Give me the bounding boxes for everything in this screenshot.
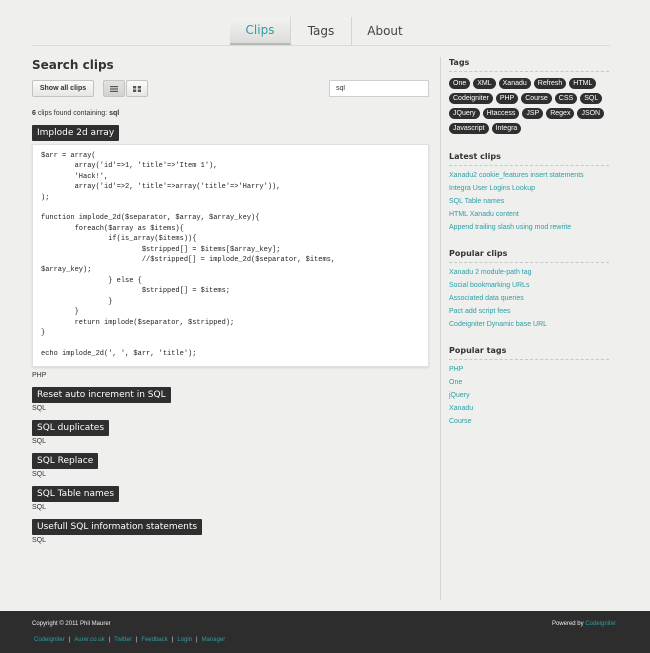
latest-clip-link[interactable]: Integra User Logins Lookup xyxy=(449,185,609,192)
popular-clips-section: Popular clips Xanadu 2 module-path tag S… xyxy=(449,249,609,328)
tag-pill[interactable]: PHP xyxy=(495,93,519,104)
popular-clip-link[interactable]: Xanadu 2 module-path tag xyxy=(449,269,609,276)
tag-pill[interactable]: Codeigniter xyxy=(449,93,493,104)
clip-language: SQL xyxy=(32,471,47,478)
tag-pill[interactable]: Integra xyxy=(491,123,522,134)
footer-links: Codeigniter | Aurer.co.uk | Twitter | Fe… xyxy=(34,637,225,643)
list-view-icon xyxy=(110,85,118,92)
clip-item: Implode 2d array $arr = array( array('id… xyxy=(32,125,432,379)
footer-link-aurer[interactable]: Aurer.co.uk xyxy=(74,637,104,643)
tag-pill[interactable]: JSP xyxy=(522,108,544,119)
latest-clip-link[interactable]: Append trailing slash using mod rewrite xyxy=(449,224,609,231)
popular-clip-link[interactable]: Associated data queries xyxy=(449,295,609,302)
tag-pill[interactable]: Regex xyxy=(546,108,575,119)
popular-tag-link[interactable]: Course xyxy=(449,418,609,425)
footer-link-login[interactable]: Login xyxy=(177,637,192,643)
clip-item: Usefull SQL information statements SQL xyxy=(32,519,432,544)
results-text: clips found containing: xyxy=(37,110,108,117)
clip-item: SQL Replace SQL xyxy=(32,453,432,478)
latest-clip-link[interactable]: SQL Table names xyxy=(449,198,609,205)
powered-by: Powered by Codeigniter xyxy=(552,621,616,627)
powered-by-link[interactable]: Codeigniter xyxy=(585,621,616,627)
clip-title[interactable]: Implode 2d array xyxy=(32,125,120,141)
tag-cloud: One XML Xanadu Refresh HTML Codeigniter … xyxy=(449,78,609,134)
tag-pill[interactable]: HTML xyxy=(569,78,597,89)
tag-pill[interactable]: Course xyxy=(521,93,552,104)
footer-separator: | xyxy=(196,637,198,643)
popular-tag-link[interactable]: PHP xyxy=(449,366,609,373)
tag-pill[interactable]: Refresh xyxy=(533,78,567,89)
toolbar: Show all clips xyxy=(32,80,432,98)
latest-clips-heading: Latest clips xyxy=(449,152,609,166)
footer-link-manager[interactable]: Manager xyxy=(202,637,226,643)
show-all-clips-button[interactable]: Show all clips xyxy=(32,80,94,97)
tab-about[interactable]: About xyxy=(352,17,418,45)
clip-language: SQL xyxy=(32,504,47,511)
footer-link-feedback[interactable]: Feedback xyxy=(141,637,167,643)
footer-separator: | xyxy=(135,637,138,643)
latest-clips-section: Latest clips Xanadu2 cookie_features ins… xyxy=(449,152,609,231)
tag-pill[interactable]: SQL xyxy=(580,93,603,104)
footer-separator: | xyxy=(108,637,111,643)
results-count: 6 xyxy=(32,110,36,117)
clip-title[interactable]: SQL Replace xyxy=(32,453,99,469)
latest-clip-link[interactable]: Xanadu2 cookie_features insert statement… xyxy=(449,172,609,179)
column-divider xyxy=(440,57,441,600)
clip-item: Reset auto increment in SQL SQL xyxy=(32,387,432,412)
latest-clip-link[interactable]: HTML Xanadu content xyxy=(449,211,609,218)
tag-pill[interactable]: Javascript xyxy=(449,123,489,134)
grid-view-button[interactable] xyxy=(126,80,148,97)
tags-heading: Tags xyxy=(449,58,609,72)
tag-pill[interactable]: JQuery xyxy=(449,108,480,119)
footer-link-twitter[interactable]: Twitter xyxy=(114,637,132,643)
clip-title[interactable]: Usefull SQL information statements xyxy=(32,519,203,535)
popular-tag-link[interactable]: One xyxy=(449,379,609,386)
tag-pill[interactable]: One xyxy=(449,78,471,89)
clip-item: SQL Table names SQL xyxy=(32,486,432,511)
clip-language: PHP xyxy=(32,372,47,379)
footer-link-codeigniter[interactable]: Codeigniter xyxy=(34,637,65,643)
popular-clips-heading: Popular clips xyxy=(449,249,609,263)
tab-tags[interactable]: Tags xyxy=(291,17,352,45)
popular-clip-link[interactable]: Codeigniter Dynamic base URL xyxy=(449,321,609,328)
sidebar: Tags One XML Xanadu Refresh HTML Codeign… xyxy=(449,58,609,431)
clip-language: SQL xyxy=(32,405,47,412)
tag-pill[interactable]: XML xyxy=(473,78,496,89)
main-nav: Clips Tags About xyxy=(230,17,418,45)
tag-pill[interactable]: JSON xyxy=(577,108,605,119)
footer: Copyright © 2011 Phil Maurer Powered by … xyxy=(0,611,650,653)
popular-tags-section: Popular tags PHP One jQuery Xanadu Cours… xyxy=(449,346,609,425)
tag-pill[interactable]: Htaccess xyxy=(482,108,520,119)
tag-pill[interactable]: Xanadu xyxy=(498,78,531,89)
footer-separator: | xyxy=(171,637,174,643)
clip-title[interactable]: SQL duplicates xyxy=(32,420,110,436)
clip-item: SQL duplicates SQL xyxy=(32,420,432,445)
copyright-text: Copyright © 2011 Phil Maurer xyxy=(32,621,111,627)
results-summary: 6 clips found containing: sql xyxy=(32,110,432,117)
nav-divider xyxy=(32,45,610,46)
popular-tag-link[interactable]: Xanadu xyxy=(449,405,609,412)
clip-title[interactable]: Reset auto increment in SQL xyxy=(32,387,171,403)
page-title: Search clips xyxy=(32,58,114,72)
tag-pill[interactable]: CSS xyxy=(554,93,578,104)
clip-title[interactable]: SQL Table names xyxy=(32,486,120,502)
code-block: $arr = array( array('id'=>1, 'title'=>'I… xyxy=(32,144,429,367)
main-content: Search clips Show all clips 6 clips foun… xyxy=(32,58,432,544)
clip-language: SQL xyxy=(32,438,47,445)
footer-separator: | xyxy=(68,637,71,643)
popular-clip-link[interactable]: Social bookmarking URLs xyxy=(449,282,609,289)
tab-clips[interactable]: Clips xyxy=(230,17,291,45)
popular-clip-link[interactable]: Pact add script fees xyxy=(449,308,609,315)
clip-language: SQL xyxy=(32,537,47,544)
results-term: sql xyxy=(109,110,120,117)
list-view-button[interactable] xyxy=(103,80,125,97)
grid-view-icon xyxy=(133,85,141,92)
search-input[interactable] xyxy=(329,80,429,97)
popular-tag-link[interactable]: jQuery xyxy=(449,392,609,399)
powered-by-label: Powered by xyxy=(551,621,584,627)
popular-tags-heading: Popular tags xyxy=(449,346,609,360)
